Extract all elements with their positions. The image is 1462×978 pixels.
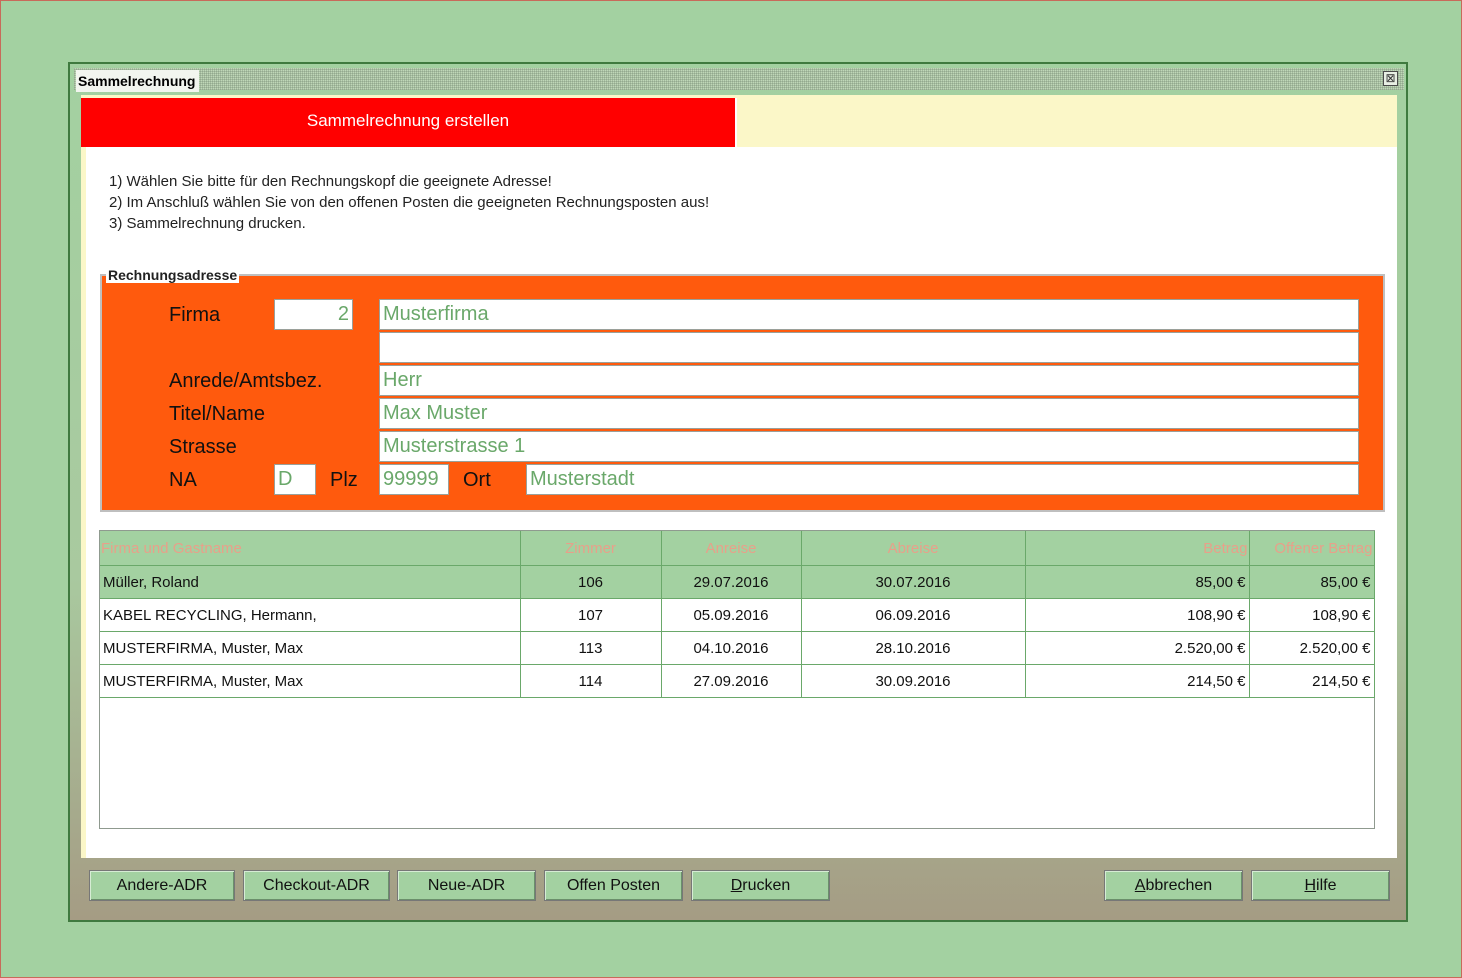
close-icon[interactable]: ⊠ bbox=[1383, 71, 1398, 86]
column-header-offener-betrag[interactable]: Offener Betrag bbox=[1249, 531, 1375, 566]
instruction-line-3: 3) Sammelrechnung drucken. bbox=[109, 215, 306, 232]
label-anrede: Anrede/Amtsbez. bbox=[169, 370, 323, 392]
abbrechen-button[interactable]: Abbrechen bbox=[1104, 870, 1243, 901]
column-header-zimmer[interactable]: Zimmer bbox=[520, 531, 662, 566]
label-na: NA bbox=[169, 469, 197, 491]
cell-zimmer: 106 bbox=[520, 565, 662, 599]
cell-firma: KABEL RECYCLING, Hermann, bbox=[100, 598, 521, 632]
cell-firma: MUSTERFIRMA, Muster, Max bbox=[100, 631, 521, 665]
cell-abreise: 30.07.2016 bbox=[801, 565, 1026, 599]
table-header-row: Firma und Gastname Zimmer Anreise Abreis… bbox=[100, 531, 1375, 566]
firma-number-field[interactable]: 2 bbox=[274, 299, 353, 330]
cell-betrag: 2.520,00 € bbox=[1025, 631, 1250, 665]
sammelrechnung-dialog: Sammelrechnung ⊠ Sammelrechnung erstelle… bbox=[68, 62, 1408, 922]
content-panel: 1) Wählen Sie bitte für den Rechnungskop… bbox=[81, 147, 1397, 858]
header-band: Sammelrechnung erstellen bbox=[81, 95, 1397, 147]
cell-firma: MUSTERFIRMA, Muster, Max bbox=[100, 664, 521, 698]
drucken-mnemonic: D bbox=[730, 877, 743, 894]
cell-zimmer: 107 bbox=[520, 598, 662, 632]
cell-abreise: 06.09.2016 bbox=[801, 598, 1026, 632]
neue-adr-button[interactable]: Neue-ADR bbox=[397, 870, 536, 901]
instructions: 1) Wählen Sie bitte für den Rechnungskop… bbox=[109, 171, 709, 234]
column-header-firma[interactable]: Firma und Gastname bbox=[100, 531, 521, 566]
firma2-field[interactable] bbox=[379, 332, 1359, 363]
name-field[interactable]: Max Muster bbox=[379, 398, 1359, 429]
cell-betrag: 214,50 € bbox=[1025, 664, 1250, 698]
offen-posten-button[interactable]: Offen Posten bbox=[544, 870, 683, 901]
hilfe-label: ilfe bbox=[1316, 877, 1337, 894]
checkout-adr-button[interactable]: Checkout-ADR bbox=[243, 870, 390, 901]
cell-anreise: 05.09.2016 bbox=[661, 598, 802, 632]
cell-offener-betrag: 2.520,00 € bbox=[1249, 631, 1375, 665]
cell-betrag: 85,00 € bbox=[1025, 565, 1250, 599]
column-header-abreise[interactable]: Abreise bbox=[801, 531, 1026, 566]
hilfe-mnemonic: H bbox=[1304, 877, 1317, 894]
address-legend: Rechnungsadresse bbox=[106, 267, 240, 283]
cell-offener-betrag: 108,90 € bbox=[1249, 598, 1375, 632]
cell-zimmer: 114 bbox=[520, 664, 662, 698]
andere-adr-button[interactable]: Andere-ADR bbox=[89, 870, 235, 901]
table-row[interactable]: Müller, Roland 106 29.07.2016 30.07.2016… bbox=[100, 565, 1375, 599]
cell-offener-betrag: 85,00 € bbox=[1249, 565, 1375, 599]
column-header-anreise[interactable]: Anreise bbox=[661, 531, 802, 566]
instruction-line-1: 1) Wählen Sie bitte für den Rechnungskop… bbox=[109, 173, 552, 190]
hilfe-button[interactable]: Hilfe bbox=[1251, 870, 1390, 901]
drucken-button[interactable]: Drucken bbox=[691, 870, 830, 901]
table-row[interactable]: KABEL RECYCLING, Hermann, 107 05.09.2016… bbox=[100, 598, 1375, 632]
cell-betrag: 108,90 € bbox=[1025, 598, 1250, 632]
strasse-field[interactable]: Musterstrasse 1 bbox=[379, 431, 1359, 462]
cell-offener-betrag: 214,50 € bbox=[1249, 664, 1375, 698]
table-row[interactable]: MUSTERFIRMA, Muster, Max 114 27.09.2016 … bbox=[100, 664, 1375, 698]
open-items-table: Firma und Gastname Zimmer Anreise Abreis… bbox=[99, 530, 1375, 829]
na-field[interactable]: D bbox=[274, 464, 316, 495]
label-strasse: Strasse bbox=[169, 436, 237, 458]
cell-abreise: 30.09.2016 bbox=[801, 664, 1026, 698]
column-header-betrag[interactable]: Betrag bbox=[1025, 531, 1250, 566]
instruction-line-2: 2) Im Anschluß wählen Sie von den offene… bbox=[109, 194, 710, 211]
header-banner: Sammelrechnung erstellen bbox=[81, 98, 737, 147]
ort-field[interactable]: Musterstadt bbox=[526, 464, 1359, 495]
label-firma: Firma bbox=[169, 304, 221, 326]
table-row[interactable]: MUSTERFIRMA, Muster, Max 113 04.10.2016 … bbox=[100, 631, 1375, 665]
drucken-label: rucken bbox=[742, 877, 791, 894]
abbrechen-mnemonic: A bbox=[1134, 877, 1146, 894]
cell-zimmer: 113 bbox=[520, 631, 662, 665]
cell-abreise: 28.10.2016 bbox=[801, 631, 1026, 665]
cell-firma: Müller, Roland bbox=[100, 565, 521, 599]
abbrechen-label: bbrechen bbox=[1145, 877, 1213, 894]
title-bar[interactable]: Sammelrechnung ⊠ bbox=[74, 68, 1404, 92]
label-plz: Plz bbox=[330, 469, 358, 491]
address-group: Firma 2 Musterfirma Anrede/Amtsbez. Herr… bbox=[100, 274, 1385, 512]
firma-field[interactable]: Musterfirma bbox=[379, 299, 1359, 330]
cell-anreise: 04.10.2016 bbox=[661, 631, 802, 665]
plz-field[interactable]: 99999 bbox=[379, 464, 449, 495]
anrede-field[interactable]: Herr bbox=[379, 365, 1359, 396]
cell-anreise: 29.07.2016 bbox=[661, 565, 802, 599]
cell-anreise: 27.09.2016 bbox=[661, 664, 802, 698]
window-title: Sammelrechnung bbox=[76, 70, 200, 92]
label-ort: Ort bbox=[463, 469, 491, 491]
label-titel-name: Titel/Name bbox=[169, 403, 265, 425]
